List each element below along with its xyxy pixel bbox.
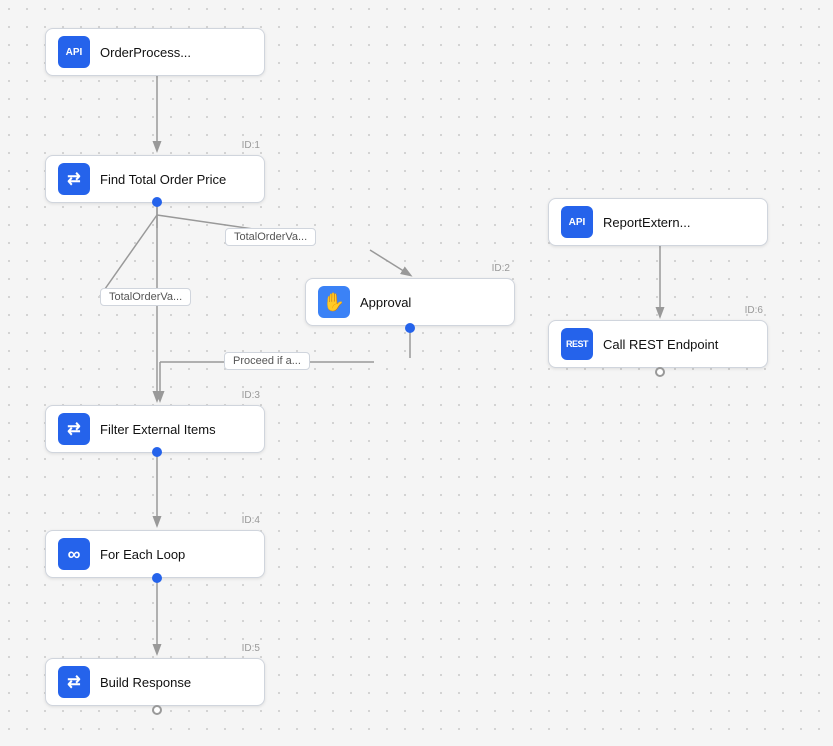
- node-id-2: ID:2: [492, 263, 510, 274]
- flow-canvas: API OrderProcess... ID:1 ⇄ Find Total Or…: [0, 0, 833, 746]
- build-response-node[interactable]: ID:5 ⇄ Build Response: [45, 658, 265, 706]
- build-response-dot: [152, 705, 162, 715]
- foreach-dot: [152, 573, 162, 583]
- order-process-node[interactable]: API OrderProcess...: [45, 28, 265, 76]
- filter-label: Filter External Items: [100, 422, 216, 437]
- for-each-loop-node[interactable]: ID:4 ∞ For Each Loop: [45, 530, 265, 578]
- order-process-label: OrderProcess...: [100, 45, 191, 60]
- node-id-5: ID:5: [242, 643, 260, 654]
- build-label: Build Response: [100, 675, 191, 690]
- report-api-icon: API: [561, 206, 593, 238]
- approval-dot: [405, 323, 415, 333]
- build-icon: ⇄: [58, 666, 90, 698]
- approval-node[interactable]: ID:2 ✋ Approval: [305, 278, 515, 326]
- filter-dot: [152, 447, 162, 457]
- loop-icon: ∞: [58, 538, 90, 570]
- report-label: ReportExtern...: [603, 215, 690, 230]
- node-id-4: ID:4: [242, 515, 260, 526]
- total-order-val-label-1: TotalOrderVa...: [225, 228, 316, 246]
- node-id-6: ID:6: [745, 305, 763, 316]
- call-rest-dot: [655, 367, 665, 377]
- api-icon: API: [58, 36, 90, 68]
- filter-external-items-node[interactable]: ID:3 ⇄ Filter External Items: [45, 405, 265, 453]
- node-id-3: ID:3: [242, 390, 260, 401]
- call-rest-endpoint-node[interactable]: ID:6 REST Call REST Endpoint: [548, 320, 768, 368]
- foreach-label: For Each Loop: [100, 547, 185, 562]
- rest-label: Call REST Endpoint: [603, 337, 718, 352]
- find-total-label: Find Total Order Price: [100, 172, 226, 187]
- report-extern-node[interactable]: API ReportExtern...: [548, 198, 768, 246]
- transform-icon: ⇄: [58, 163, 90, 195]
- total-order-val-label-2: TotalOrderVa...: [100, 288, 191, 306]
- approval-icon: ✋: [318, 286, 350, 318]
- rest-icon: REST: [561, 328, 593, 360]
- approval-label: Approval: [360, 295, 411, 310]
- node-id-1: ID:1: [242, 140, 260, 151]
- find-total-dot: [152, 197, 162, 207]
- find-total-order-price-node[interactable]: ID:1 ⇄ Find Total Order Price: [45, 155, 265, 203]
- filter-icon: ⇄: [58, 413, 90, 445]
- proceed-label: Proceed if a...: [224, 352, 310, 370]
